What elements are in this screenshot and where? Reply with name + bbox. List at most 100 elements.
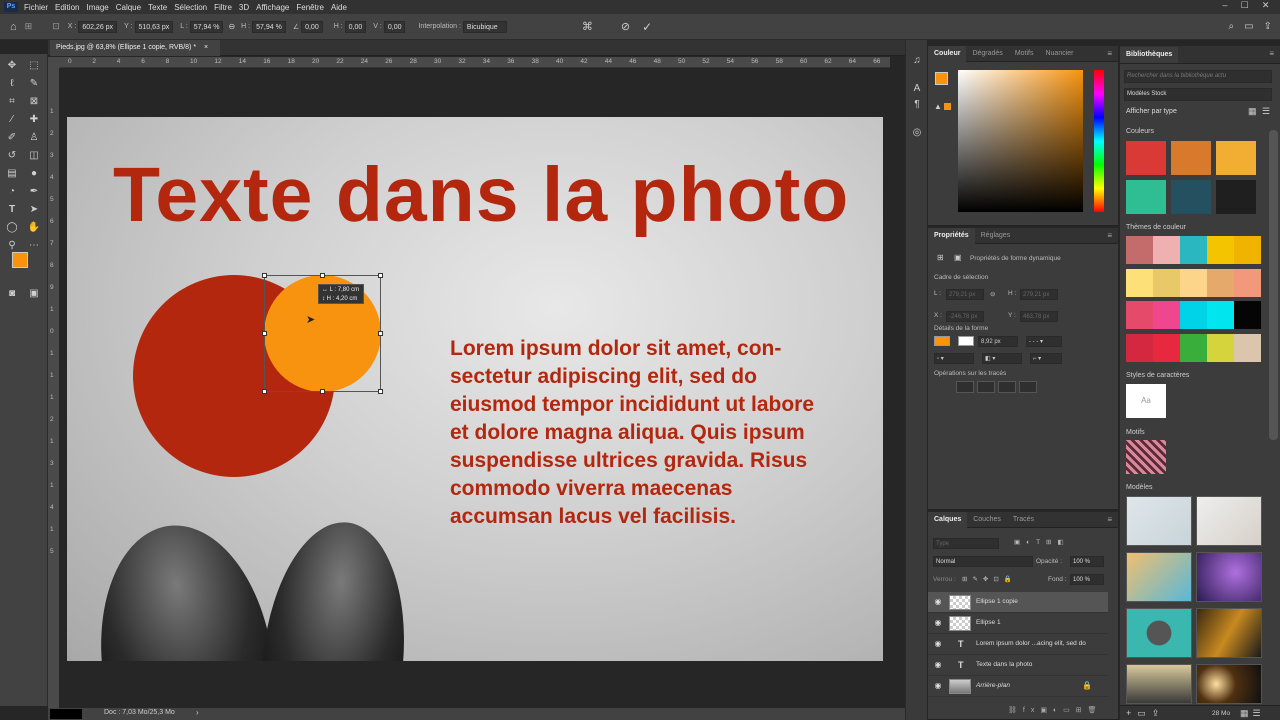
color-theme[interactable] [1126, 301, 1261, 329]
color-theme[interactable] [1126, 269, 1261, 297]
color-swatch[interactable] [1171, 141, 1211, 175]
handle-top-right[interactable] [378, 273, 383, 278]
blur-tool-icon[interactable]: ● [26, 166, 42, 182]
subtract-icon[interactable] [977, 381, 995, 393]
reference-point-icon[interactable]: ⊡ [52, 21, 60, 32]
warp-icon[interactable]: ⌘ [582, 20, 593, 33]
fill-field[interactable]: 100 % [1070, 574, 1104, 585]
menu-calque[interactable]: Calque [116, 3, 141, 12]
dodge-tool-icon[interactable]: ◔ [4, 184, 20, 200]
menu-3d[interactable]: 3D [239, 3, 249, 12]
angle-field[interactable]: 0,00 [301, 20, 323, 33]
opacity-field[interactable]: 100 % [1070, 556, 1104, 567]
handle-left[interactable] [262, 331, 267, 336]
minimize-icon[interactable]: – [1223, 0, 1228, 14]
history-icon[interactable]: ♫ [910, 54, 924, 68]
link-icon[interactable]: ⊖ [228, 22, 235, 31]
intersect-icon[interactable] [998, 381, 1016, 393]
menu-filtre[interactable]: Filtre [214, 3, 232, 12]
tab-couleur[interactable]: Couleur [928, 45, 967, 62]
tab-calques[interactable]: Calques [928, 511, 968, 528]
exclude-icon[interactable] [1019, 381, 1037, 393]
stroke-align-select[interactable]: ▫ ▾ [934, 353, 974, 364]
document-canvas[interactable]: Texte dans la photo ↔ L : 7,80 cm ↕ H : … [67, 117, 883, 661]
color-swatch[interactable] [1126, 180, 1166, 214]
layer-filter-field[interactable]: Type [933, 538, 999, 549]
library-select[interactable]: Modèles Stock [1124, 88, 1272, 101]
healing-tool-icon[interactable]: ✚ [26, 112, 42, 128]
skew-h-field[interactable]: 0,00 [344, 20, 367, 33]
layer-actions[interactable]: ⛓fx▣◐▭⊞🗑 [1008, 706, 1116, 718]
character-style-sample[interactable]: Aa [1126, 384, 1166, 418]
color-picker-field[interactable] [958, 70, 1083, 212]
visibility-eye-icon[interactable]: ◉ [933, 618, 943, 628]
document-tab[interactable]: Pieds.jpg @ 63,8% (Ellipse 1 copie, RVB/… [50, 40, 220, 56]
menu-affichage[interactable]: Affichage [256, 3, 289, 12]
layer-row[interactable]: ◉ Ellipse 1 copie [928, 592, 1108, 613]
gradient-tool-icon[interactable]: ▤ [4, 166, 20, 182]
crop-tool-icon[interactable]: ⌗ [4, 94, 20, 110]
type-tool-icon[interactable]: T [4, 202, 20, 218]
quick-select-tool-icon[interactable]: ✎ [26, 76, 42, 92]
layer-row[interactable]: ◉ T Lorem ipsum dolor ...acing elit, sed… [928, 634, 1108, 655]
body-text[interactable]: Lorem ipsum dolor sit amet, con-sectetur… [450, 335, 830, 531]
handle-top[interactable] [320, 273, 325, 278]
section-bounds[interactable]: Cadre de sélection [934, 274, 988, 281]
more-tools-icon[interactable]: ⋯ [26, 238, 42, 254]
maximize-icon[interactable]: ☐ [1241, 0, 1249, 14]
color-swatch[interactable] [1171, 180, 1211, 214]
history-brush-tool-icon[interactable]: ↺ [4, 148, 20, 164]
h-field[interactable]: 279,21 px [1020, 289, 1058, 300]
width-field[interactable]: 57,94 % [189, 20, 224, 33]
view-by-type-select[interactable]: Afficher par type [1126, 108, 1177, 115]
quick-mask-icon[interactable]: ◙ [4, 286, 20, 302]
template-thumbnail[interactable] [1126, 496, 1192, 546]
height-field[interactable]: 57,94 % [252, 20, 286, 33]
section-models[interactable]: Modèles [1126, 484, 1152, 491]
tab-degrades[interactable]: Dégradés [966, 46, 1008, 62]
stroke-caps-select[interactable]: ◧ ▾ [982, 353, 1022, 364]
share-icon[interactable]: ⇪ [1264, 21, 1272, 32]
handle-bottom-right[interactable] [378, 389, 383, 394]
marquee-tool-icon[interactable]: ⬚ [26, 58, 42, 74]
stroke-swatch[interactable] [958, 336, 974, 346]
list-view-icon[interactable]: ☰ [1262, 106, 1270, 117]
foreground-swatch[interactable] [935, 72, 948, 85]
template-thumbnail[interactable] [1126, 552, 1192, 602]
tab-reglages[interactable]: Réglages [975, 228, 1017, 244]
cancel-transform-icon[interactable]: ⊘ [621, 20, 630, 33]
tab-bibliotheques[interactable]: Bibliothèques [1120, 46, 1179, 63]
fill-swatch[interactable] [934, 336, 950, 346]
eyedropper-tool-icon[interactable]: ⁄ [4, 112, 20, 128]
template-thumbnail[interactable] [1196, 608, 1262, 658]
home-icon[interactable]: ⌂ [10, 21, 17, 33]
stroke-type-select[interactable]: - - - ▾ [1026, 336, 1062, 347]
status-menu-icon[interactable]: › [196, 708, 199, 717]
pen-tool-icon[interactable]: ✒ [26, 184, 42, 200]
visibility-eye-icon[interactable]: ◉ [933, 681, 943, 691]
tab-traces[interactable]: Tracés [1007, 512, 1040, 528]
y-field[interactable]: 463,78 px [1020, 311, 1058, 322]
layer-row[interactable]: ◉ T Texte dans la photo [928, 655, 1108, 676]
template-thumbnail[interactable] [1196, 496, 1262, 546]
pattern-swatch[interactable] [1126, 440, 1166, 474]
document-close-icon[interactable]: × [204, 44, 208, 51]
template-thumbnail[interactable] [1126, 664, 1192, 704]
paragraph-icon[interactable]: ¶ [910, 98, 924, 112]
menu-image[interactable]: Image [86, 3, 108, 12]
mask-props-icon[interactable]: ▣ [954, 253, 962, 262]
library-search-input[interactable]: Rechercher dans la bibliothèque actu [1124, 70, 1272, 83]
menu-fenetre[interactable]: Fenêtre [296, 3, 324, 12]
ellipse-tool-icon[interactable]: ◯ [4, 220, 20, 236]
panel-menu-icon[interactable]: ≡ [1107, 49, 1112, 58]
menu-fichier[interactable]: Fichier [24, 3, 48, 12]
menu-texte[interactable]: Texte [148, 3, 167, 12]
template-thumbnail[interactable] [1196, 552, 1262, 602]
panel-menu-icon[interactable]: ≡ [1269, 49, 1274, 58]
section-color-themes[interactable]: Thèmes de couleur [1126, 224, 1186, 231]
visibility-eye-icon[interactable]: ◉ [933, 597, 943, 607]
color-swatch[interactable] [1126, 141, 1166, 175]
tab-nuancier[interactable]: Nuancier [1039, 46, 1079, 62]
commit-transform-icon[interactable]: ✓ [642, 20, 652, 34]
screen-mode-icon[interactable]: ▣ [26, 286, 42, 302]
